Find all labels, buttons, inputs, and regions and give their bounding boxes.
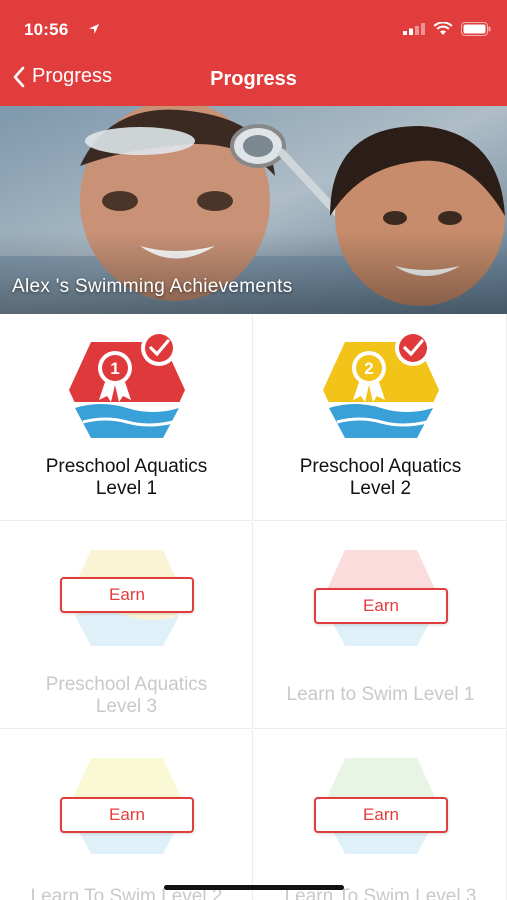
- wifi-icon: [433, 22, 453, 35]
- navigation-bar: Progress Progress: [0, 62, 507, 100]
- achievement-title: Preschool Aquatics Level 2: [299, 456, 462, 499]
- achievement-title: Preschool Aquatics Level 1: [45, 456, 208, 499]
- badge-red-ribbon-icon: 1: [69, 330, 185, 438]
- status-icons: [403, 22, 491, 36]
- cellular-signal-icon: [403, 23, 425, 35]
- page-title: Progress: [210, 68, 297, 90]
- achievement-title: Learn to Swim Level 1: [286, 684, 475, 705]
- hero-caption: Alex 's Swimming Achievements: [12, 276, 293, 297]
- app-header: 10:56 Progress Progress: [0, 0, 507, 106]
- status-bar: 10:56: [0, 0, 507, 56]
- achievement-title: Preschool Aquatics Level 3: [45, 674, 208, 717]
- achievement-card-learn-to-swim-2: Earn Learn To Swim Level 2: [0, 730, 253, 900]
- battery-icon: [461, 22, 491, 36]
- badge-yellow-ribbon-icon: 2: [323, 330, 439, 438]
- svg-text:2: 2: [364, 359, 373, 378]
- svg-text:1: 1: [110, 359, 119, 378]
- achievement-card-preschool-2[interactable]: 2 Preschool Aquatics Level 2: [254, 314, 507, 521]
- achievement-card-learn-to-swim-3: Earn Learn To Swim Level 3: [254, 730, 507, 900]
- status-time: 10:56: [24, 20, 69, 39]
- achievement-card-preschool-1[interactable]: 1 Preschool Aquatics Level 1: [0, 314, 253, 521]
- hero-banner: Alex 's Swimming Achievements: [0, 106, 507, 314]
- earn-button[interactable]: Earn: [60, 797, 194, 833]
- earn-button[interactable]: Earn: [314, 588, 448, 624]
- achievement-card-learn-to-swim-1: Earn Learn to Swim Level 1: [254, 522, 507, 729]
- earn-button[interactable]: Earn: [60, 577, 194, 613]
- earn-button[interactable]: Earn: [314, 797, 448, 833]
- achievement-card-preschool-3: Earn Preschool Aquatics Level 3: [0, 522, 253, 729]
- location-arrow-icon: [89, 24, 99, 34]
- home-indicator[interactable]: [164, 885, 344, 890]
